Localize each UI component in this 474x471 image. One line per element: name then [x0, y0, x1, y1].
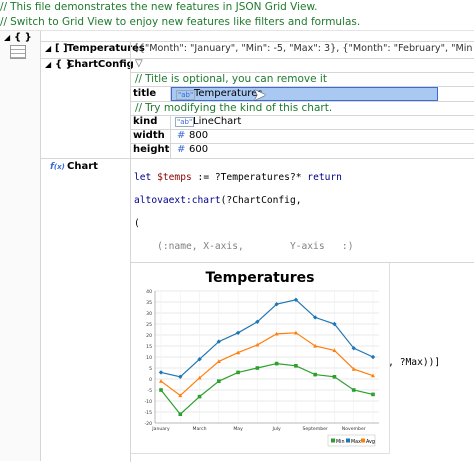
root-row[interactable]: ◢ { }	[0, 31, 41, 461]
series-line-min	[160, 362, 374, 416]
y-tick-label: 35	[146, 300, 152, 306]
y-tick-label: 20	[146, 333, 152, 339]
y-tick-label: 25	[146, 322, 152, 328]
kind-row[interactable]: kind "ab" LineChart	[131, 115, 474, 130]
formula-icon[interactable]: f(x)	[50, 162, 65, 172]
array-type-icon: [ ]	[55, 43, 68, 54]
temperatures-key: Temperatures	[67, 43, 145, 54]
collapse-triangle-icon[interactable]: ◢	[4, 33, 10, 42]
x-tick-label: January	[151, 426, 170, 432]
chart-image: Temperatures -20 -15 -10 -5 0 5 10 15 20 25 30 35 40 J…	[131, 263, 390, 454]
number-type-icon: #	[177, 130, 186, 141]
series-line-avg	[160, 332, 374, 397]
height-row[interactable]: height # 600	[131, 143, 474, 158]
kind-comment-row[interactable]: //Try modifying the kind of this chart.	[131, 101, 474, 116]
title-comment-row[interactable]: //Title is optional, you can remove it	[131, 72, 474, 87]
collapse-triangle-icon[interactable]: ◢	[45, 60, 51, 69]
y-tick-label: -10	[144, 399, 152, 405]
y-tick-label: 10	[146, 355, 152, 361]
title-value-selection[interactable]: "ab" Temperatures	[171, 87, 438, 101]
data-point	[274, 361, 279, 366]
height-value[interactable]: 600	[189, 144, 208, 155]
title-row[interactable]: title "ab" Temperatures ➤	[131, 85, 474, 104]
legend-label: Min	[336, 439, 345, 445]
y-tick-label: -20	[144, 421, 152, 427]
data-point	[313, 372, 317, 377]
width-key: width	[133, 130, 165, 141]
y-tick-label: 30	[146, 311, 152, 317]
width-value[interactable]: 800	[189, 130, 208, 141]
data-point	[217, 379, 221, 383]
data-point	[332, 375, 337, 379]
legend-label: Avg	[366, 439, 375, 445]
code-line: altovaext:chart(?ChartConfig,	[134, 194, 302, 206]
title-comment: Title is optional, you can remove it	[145, 73, 327, 85]
data-point	[197, 394, 202, 399]
y-tick-label: 15	[146, 344, 152, 350]
root-object-label: { }	[14, 32, 32, 43]
data-point	[370, 354, 376, 360]
legend-swatch	[346, 438, 350, 443]
string-type-icon: "ab"	[176, 90, 196, 100]
x-tick-label: May	[233, 426, 243, 432]
data-point	[236, 370, 240, 375]
number-type-icon: #	[177, 144, 186, 155]
data-point	[351, 388, 356, 392]
filter-icon[interactable]: ▽	[135, 58, 143, 69]
grid-table-icon[interactable]	[10, 45, 26, 59]
width-row[interactable]: width # 800	[131, 129, 474, 144]
code-line: let $temps := ?Temperatures?* return	[134, 171, 342, 183]
chartconfig-filter-row[interactable]: ▽	[131, 58, 474, 73]
legend-swatch	[361, 438, 365, 443]
data-point	[371, 392, 375, 397]
y-tick-label: -15	[144, 410, 152, 416]
x-tick-label: July	[272, 426, 282, 432]
kind-key: kind	[133, 116, 158, 127]
title-key: title	[133, 88, 157, 99]
x-tick-label: November	[342, 426, 366, 432]
temperatures-value[interactable]: [{"Month": "January", "Min": -5, "Max": …	[135, 43, 473, 54]
y-tick-label: -5	[147, 388, 152, 394]
data-point	[294, 364, 298, 368]
x-tick-label: September	[302, 426, 328, 432]
comment-line-1[interactable]: //This file demonstrates the new feature…	[0, 0, 474, 16]
kind-comment: Try modifying the kind of this chart.	[145, 102, 333, 114]
chart-key: Chart	[67, 161, 98, 172]
code-line: (	[134, 217, 140, 229]
data-point	[158, 370, 164, 375]
height-key: height	[133, 144, 170, 155]
y-tick-label: 0	[149, 377, 152, 383]
string-type-icon: "ab"	[175, 117, 195, 127]
temperatures-row[interactable]: ◢ [ ] Temperatures [{"Month": "January",…	[41, 41, 474, 59]
y-tick-label: 40	[146, 289, 152, 295]
data-point	[178, 412, 183, 416]
collapse-triangle-icon[interactable]: ◢	[45, 44, 51, 53]
y-tick-label: 5	[149, 366, 152, 372]
data-point	[255, 366, 260, 370]
line-chart: Temperatures -20 -15 -10 -5 0 5 10 15 20 25 30 35 40 J…	[144, 270, 379, 447]
code-line: (:name, X-axis, Y-axis :)	[134, 241, 354, 253]
data-point	[159, 388, 163, 392]
legend-swatch	[331, 438, 335, 443]
comment-line-2[interactable]: //Switch to Grid View to enjoy new featu…	[0, 15, 474, 31]
chart-title: Temperatures	[205, 270, 314, 286]
x-tick-label: March	[193, 426, 207, 432]
data-point	[159, 379, 163, 383]
kind-value[interactable]: LineChart	[193, 116, 241, 127]
legend-label: Max	[351, 439, 361, 445]
chartconfig-key: ChartConfig	[67, 59, 134, 70]
